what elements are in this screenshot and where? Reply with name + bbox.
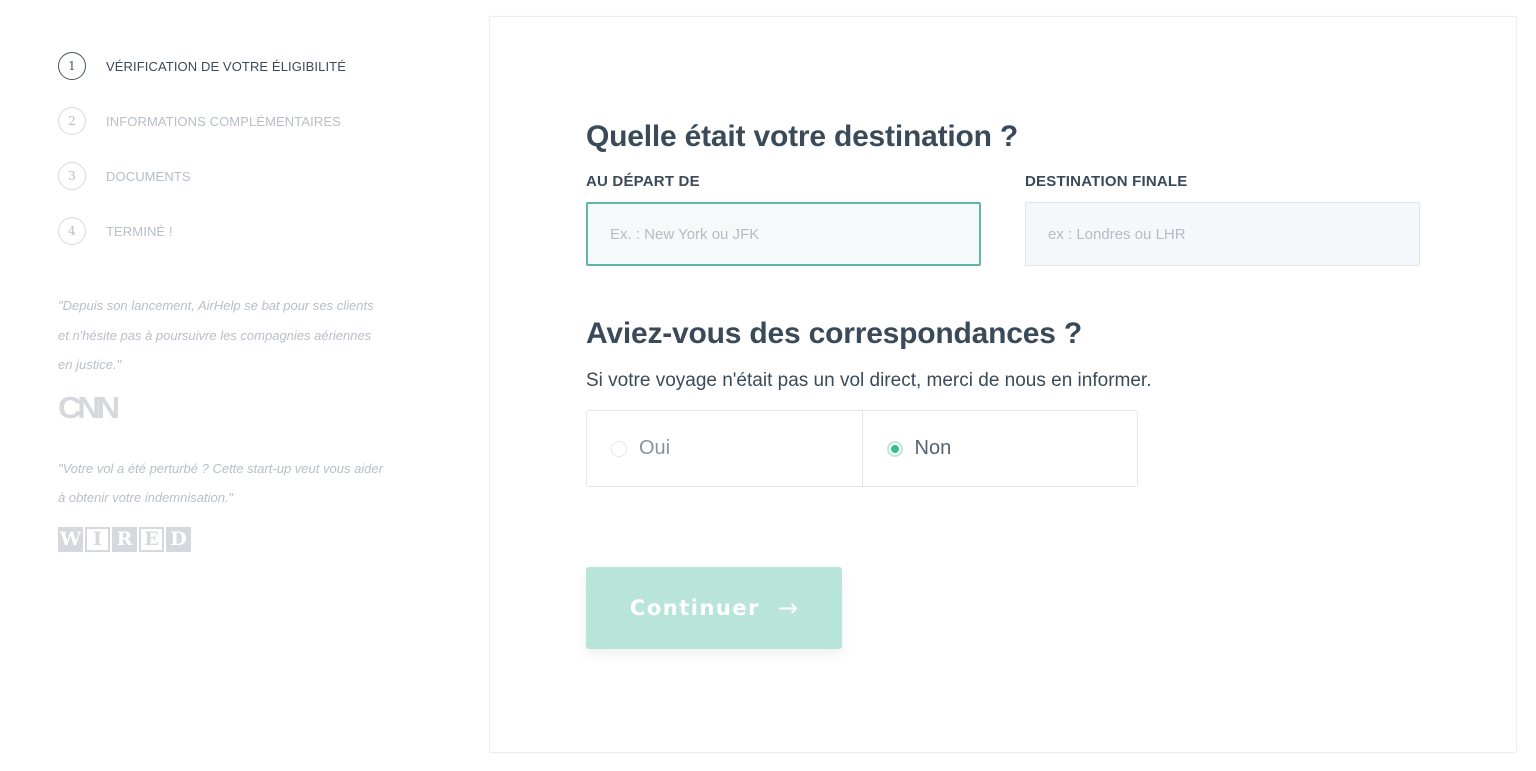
connections-radio-group: Oui Non: [586, 410, 1138, 487]
step-eligibility: 1 VÉRIFICATION DE VOTRE ÉLIGIBILITÉ: [58, 52, 398, 80]
progress-steps: 1 VÉRIFICATION DE VOTRE ÉLIGIBILITÉ 2 IN…: [58, 52, 398, 245]
step-label: VÉRIFICATION DE VOTRE ÉLIGIBILITÉ: [106, 58, 346, 74]
radio-unchecked-icon[interactable]: [611, 440, 627, 457]
radio-checked-icon[interactable]: [886, 440, 903, 457]
quote-text: "Depuis son lancement, AirHelp se bat po…: [58, 298, 374, 372]
step-label: INFORMATIONS COMPLÉMENTAIRES: [106, 113, 341, 129]
wired-logo-letter: E: [139, 526, 164, 552]
step-documents: 3 DOCUMENTS: [58, 162, 398, 190]
sidebar: 1 VÉRIFICATION DE VOTRE ÉLIGIBILITÉ 2 IN…: [58, 52, 398, 552]
continue-label: Continuer: [629, 596, 760, 620]
form-card: Quelle était votre destination ? AU DÉPA…: [489, 16, 1517, 753]
wired-logo-letter: D: [166, 526, 191, 552]
wired-logo-letter: R: [112, 526, 137, 552]
departure-field-group: AU DÉPART DE: [586, 173, 981, 266]
step-additional-info: 2 INFORMATIONS COMPLÉMENTAIRES: [58, 107, 398, 135]
arrow-right-icon: →: [777, 594, 799, 622]
press-quote-cnn: "Depuis son lancement, AirHelp se bat po…: [58, 291, 398, 426]
departure-label: AU DÉPART DE: [586, 173, 700, 190]
cnn-logo: CNN: [58, 389, 120, 425]
step-done: 4 TERMINÉ !: [58, 217, 398, 245]
form-content: Quelle était votre destination ? AU DÉPA…: [586, 117, 1426, 649]
step-number: 3: [58, 162, 86, 190]
arrival-input[interactable]: [1025, 202, 1420, 266]
radio-label: Oui: [639, 437, 671, 459]
connections-heading: Aviez-vous des correspondances ?: [586, 317, 1082, 350]
press-quote-wired: "Votre vol a été perturbé ? Cette start-…: [58, 454, 398, 552]
arrival-field-group: DESTINATION FINALE: [1025, 173, 1420, 266]
step-number: 2: [58, 107, 86, 135]
airport-fields: AU DÉPART DE DESTINATION FINALE: [586, 173, 1426, 266]
wired-logo-letter: W: [58, 526, 83, 552]
step-number: 1: [58, 52, 86, 80]
step-label: TERMINÉ !: [106, 223, 173, 239]
wired-logo: W I R E D: [58, 526, 398, 552]
destination-heading: Quelle était votre destination ?: [586, 120, 1019, 153]
radio-label: Non: [914, 437, 952, 459]
step-number: 4: [58, 217, 86, 245]
radio-option-non[interactable]: Non: [861, 411, 1138, 486]
page: 1 VÉRIFICATION DE VOTRE ÉLIGIBILITÉ 2 IN…: [0, 0, 1536, 771]
quote-text: "Votre vol a été perturbé ? Cette start-…: [58, 460, 383, 506]
wired-logo-letter: I: [85, 526, 110, 552]
radio-option-oui[interactable]: Oui: [587, 411, 862, 486]
departure-input[interactable]: [586, 202, 981, 266]
arrival-label: DESTINATION FINALE: [1025, 173, 1188, 190]
continue-button[interactable]: Continuer →: [586, 567, 842, 649]
connections-subtitle: Si votre voyage n'était pas un vol direc…: [586, 370, 1152, 391]
step-label: DOCUMENTS: [106, 168, 191, 184]
